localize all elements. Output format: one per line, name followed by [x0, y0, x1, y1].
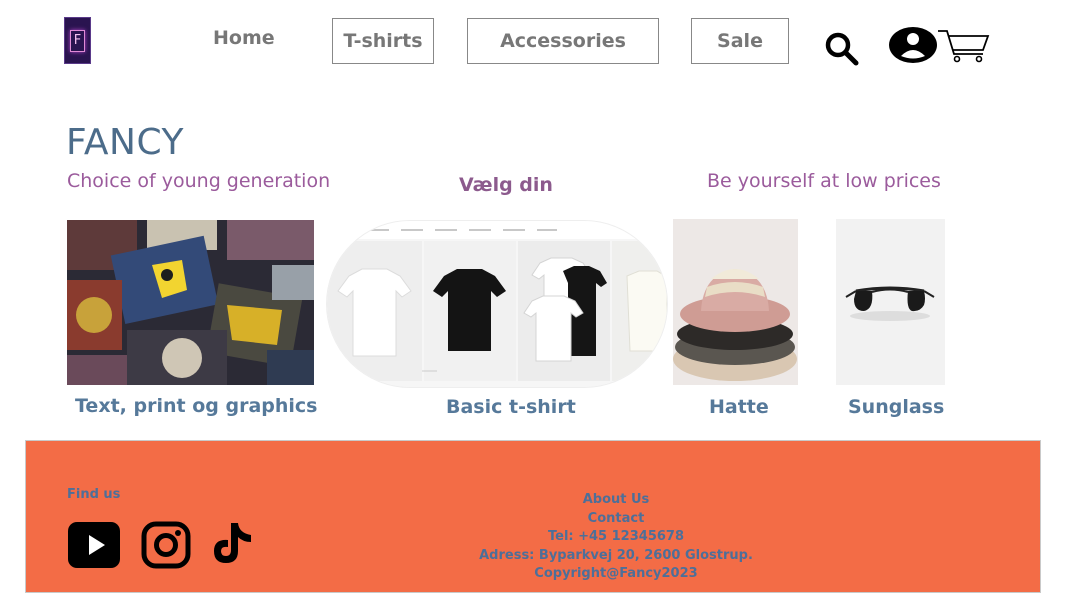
footer-links: About Us Contact Tel: +45 12345678 Adres…	[466, 491, 766, 584]
logo-letter: F	[70, 29, 85, 52]
copyright-text: Copyright@Fancy2023	[534, 566, 698, 581]
product-image-hats[interactable]	[673, 219, 798, 385]
address-text: Adress: Byparkvej 20, 2600 Glostrup.	[479, 547, 753, 563]
nav-accessories-button[interactable]: Accessories	[467, 18, 659, 64]
nav-tshirts-button[interactable]: T-shirts	[332, 18, 434, 64]
tiktok-icon[interactable]	[209, 521, 255, 569]
brand-title: FANCY	[66, 122, 184, 163]
product-caption-graphic-tees[interactable]: Text, print og graphics	[75, 395, 317, 417]
about-us-link[interactable]: About Us	[466, 491, 766, 510]
user-icon[interactable]	[888, 25, 938, 69]
youtube-icon[interactable]	[67, 521, 121, 573]
phone-text: Tel: +45 12345678	[547, 529, 684, 544]
search-icon[interactable]	[824, 31, 860, 71]
contact-link[interactable]: Contact	[466, 510, 766, 529]
product-image-sunglasses[interactable]	[836, 219, 945, 385]
tagline-right: Be yourself at low prices	[707, 170, 941, 192]
find-us-label: Find us	[67, 487, 121, 502]
product-caption-basic-tees[interactable]: Basic t-shirt	[446, 396, 576, 418]
product-caption-hats[interactable]: Hatte	[709, 396, 769, 418]
instagram-icon[interactable]	[141, 521, 191, 573]
nav-home-link[interactable]: Home	[213, 27, 275, 49]
nav-sale-button[interactable]: Sale	[691, 18, 789, 64]
product-image-graphic-tees[interactable]	[67, 220, 314, 385]
cart-icon[interactable]	[937, 28, 991, 68]
choose-label: Vælg din	[459, 174, 553, 196]
product-image-basic-tees[interactable]	[326, 220, 668, 388]
logo[interactable]: F	[64, 17, 91, 64]
product-caption-sunglasses[interactable]: Sunglass	[848, 396, 944, 418]
tagline-left: Choice of young generation	[67, 170, 331, 192]
footer: Find us About Us Contact Tel: +45 123456…	[25, 440, 1041, 593]
